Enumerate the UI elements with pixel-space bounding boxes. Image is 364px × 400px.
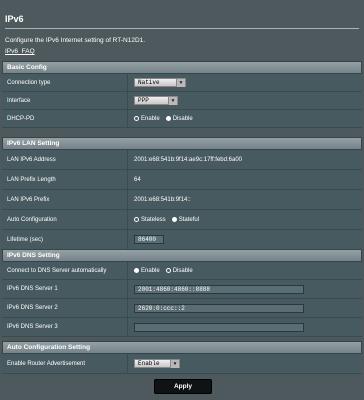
- radio-on-icon: [171, 217, 177, 222]
- auto-config-header: Auto Configuration Setting: [2, 341, 362, 354]
- connection-type-select[interactable]: Native ▼: [134, 78, 186, 87]
- ipv6-faq-link[interactable]: IPv6_FAQ: [5, 48, 35, 55]
- lan-address-label: LAN IPv6 Address: [7, 156, 56, 163]
- lan-prefix-length-label: LAN Prefix Length: [7, 176, 56, 183]
- dns-auto-disable-label: Disable: [172, 267, 193, 274]
- dns-server3-input[interactable]: [134, 322, 304, 332]
- radio-on-icon: [134, 268, 139, 273]
- dns-auto-enable-radio[interactable]: Enable: [134, 268, 160, 274]
- connection-type-label: Connection type: [7, 79, 51, 86]
- router-adv-label: Enable Router Advertisement: [7, 360, 86, 367]
- auto-conf-stateful-label: Stateful: [178, 216, 200, 223]
- dhcp-pd-enable-radio[interactable]: Enable: [134, 116, 160, 122]
- dns-auto-row: Connect to DNS Server automatically Enab…: [2, 262, 362, 280]
- lan-prefix-length-row: LAN Prefix Length 64: [2, 170, 362, 190]
- dns-server2-input[interactable]: 2620:0:ccc::2: [134, 303, 304, 313]
- lifetime-input[interactable]: 86400: [134, 235, 164, 244]
- lan-setting-header: IPv6 LAN Setting: [2, 137, 362, 150]
- apply-button[interactable]: Apply: [154, 379, 212, 394]
- dns-server1-input[interactable]: 2001:4860:4860::8888: [134, 284, 304, 294]
- dns-server3-label: IPv6 DNS Server 3: [7, 324, 58, 330]
- router-adv-value: Enable: [138, 360, 160, 367]
- dns-server3-row: IPv6 DNS Server 3: [2, 318, 362, 337]
- dhcp-pd-disable-label: Disable: [172, 115, 193, 122]
- radio-off-icon: [134, 116, 139, 121]
- lan-prefix-row: LAN IPv6 Prefix 2001:e68:541b:9f14::: [2, 190, 362, 210]
- lan-setting-section: IPv6 LAN Setting LAN IPv6 Address 2001:e…: [2, 137, 362, 250]
- lifetime-label: Lifetime (sec): [7, 236, 44, 243]
- basic-config-header: Basic Config: [2, 61, 362, 74]
- dns-setting-header: IPv6 DNS Setting: [2, 249, 362, 262]
- auto-conf-stateless-label: Stateless: [141, 216, 166, 223]
- chevron-down-icon: ▼: [168, 96, 177, 105]
- lan-address-value: 2001:e68:541b:9f14:ae9c:17ff:febd:6a00: [127, 150, 362, 169]
- interface-select[interactable]: PPP ▼: [134, 96, 178, 105]
- page-description: Configure the IPv6 Internet setting of R…: [5, 37, 146, 44]
- dns-auto-disable-radio[interactable]: Disable: [165, 267, 193, 274]
- page-title: IPv6: [5, 14, 24, 24]
- lan-prefix-value: 2001:e68:541b:9f14::: [127, 190, 362, 209]
- chevron-down-icon: ▼: [170, 359, 179, 368]
- dns-auto-label: Connect to DNS Server automatically: [7, 267, 107, 274]
- dhcp-pd-row: DHCP-PD Enable Disable: [2, 110, 362, 128]
- router-adv-select[interactable]: Enable ▼: [134, 359, 180, 368]
- title-divider: [5, 28, 359, 29]
- dns-server1-row: IPv6 DNS Server 1 2001:4860:4860::8888: [2, 280, 362, 299]
- basic-config-section: Basic Config Connection type Native ▼ In…: [2, 61, 362, 128]
- dhcp-pd-label: DHCP-PD: [7, 115, 35, 122]
- lan-prefix-label: LAN IPv6 Prefix: [7, 196, 50, 203]
- auto-conf-stateful-radio[interactable]: Stateful: [171, 216, 200, 223]
- lan-prefix-length-value: 64: [127, 170, 362, 189]
- dns-auto-enable-label: Enable: [141, 267, 160, 274]
- auto-config-section: Auto Configuration Setting Enable Router…: [2, 341, 362, 374]
- radio-off-icon: [134, 217, 139, 222]
- dns-server2-row: IPv6 DNS Server 2 2620:0:ccc::2: [2, 299, 362, 318]
- radio-off-icon: [165, 268, 171, 273]
- dns-setting-section: IPv6 DNS Setting Connect to DNS Server a…: [2, 249, 362, 337]
- dns-server2-label: IPv6 DNS Server 2: [7, 305, 58, 311]
- dhcp-pd-disable-radio[interactable]: Disable: [165, 115, 193, 122]
- dns-server1-label: IPv6 DNS Server 1: [7, 286, 58, 292]
- interface-row: Interface PPP ▼: [2, 92, 362, 110]
- dhcp-pd-enable-label: Enable: [141, 115, 160, 122]
- connection-type-value: Native: [138, 79, 160, 86]
- interface-label: Interface: [7, 97, 31, 104]
- lifetime-row: Lifetime (sec) 86400: [2, 230, 362, 250]
- auto-conf-stateless-radio[interactable]: Stateless: [134, 217, 166, 223]
- radio-on-icon: [165, 116, 171, 121]
- lan-address-row: LAN IPv6 Address 2001:e68:541b:9f14:ae9c…: [2, 150, 362, 170]
- interface-value: PPP: [138, 97, 149, 104]
- ipv6-settings-page: IPv6 Configure the IPv6 Internet setting…: [0, 0, 364, 400]
- auto-configuration-label: Auto Configuration: [7, 216, 57, 223]
- connection-type-row: Connection type Native ▼: [2, 74, 362, 92]
- router-adv-row: Enable Router Advertisement Enable ▼: [2, 354, 362, 374]
- chevron-down-icon: ▼: [176, 78, 185, 87]
- auto-configuration-row: Auto Configuration Stateless Stateful: [2, 210, 362, 230]
